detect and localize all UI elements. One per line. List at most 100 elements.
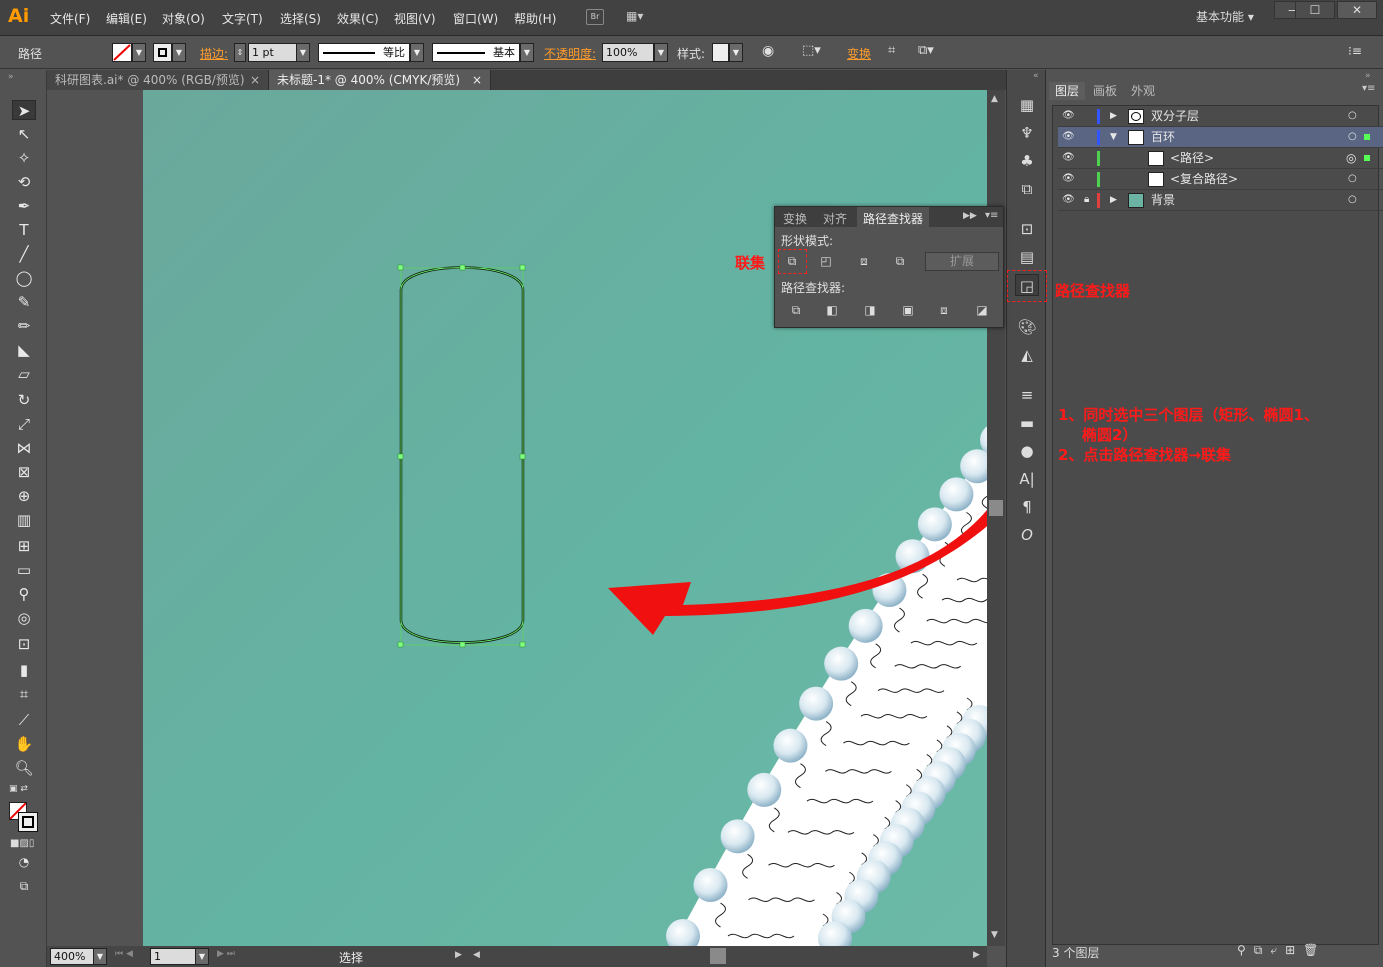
brushes-icon[interactable]: ♆ <box>1015 122 1039 144</box>
width-tool-icon[interactable]: ⋈ <box>12 438 36 458</box>
layer-row[interactable]: 👁︎ ▼ 百环 ○ <box>1058 127 1383 148</box>
menu-help[interactable]: 帮助(H) <box>514 10 556 27</box>
scroll-left-icon[interactable]: ◀ <box>473 950 480 960</box>
collapse-layer-icon[interactable]: ▼ <box>1110 127 1117 147</box>
layer-name[interactable]: 双分子层 <box>1151 106 1199 126</box>
stroke-weight-stepper[interactable]: ⇕ <box>234 43 246 62</box>
symbol-sprayer-tool-icon[interactable]: ⊡ <box>12 634 36 654</box>
menu-window[interactable]: 窗口(W) <box>453 10 498 27</box>
variable-width-profile[interactable]: 等比 <box>318 43 410 62</box>
target-selected-icon[interactable]: ◎ <box>1346 148 1356 168</box>
layers-menu-icon[interactable]: ▾≡ <box>1362 83 1375 94</box>
workspace-switcher[interactable]: 基本功能 ▾ <box>1196 8 1254 25</box>
menu-view[interactable]: 视图(V) <box>394 10 436 27</box>
color-mode-icons[interactable]: ■▨▯ <box>10 838 34 849</box>
opacity-input[interactable]: 100% <box>602 43 654 62</box>
magic-wand-tool-icon[interactable]: ✧ <box>12 148 36 168</box>
pen-tool-icon[interactable]: ✒ <box>12 196 36 216</box>
paintbrush-tool-icon[interactable]: ✎ <box>12 292 36 312</box>
stroke-dropdown[interactable]: ▼ <box>172 43 186 62</box>
menu-edit[interactable]: 编辑(E) <box>106 10 147 27</box>
type-tool-icon[interactable]: T <box>12 220 36 240</box>
stroke-color-icon[interactable] <box>18 812 38 832</box>
tab-doc-2[interactable]: 未标题-1* @ 400% (CMYK/预览) × <box>269 70 491 90</box>
layer-name[interactable]: 背景 <box>1151 190 1175 210</box>
menu-object[interactable]: 对象(O) <box>162 10 205 27</box>
target-icon[interactable]: ○ <box>1348 106 1357 126</box>
layer-row[interactable]: 👁︎ ▶ 双分子层 ○ <box>1058 106 1383 127</box>
recolor-icon[interactable]: ◉ <box>762 43 774 59</box>
stroke-label[interactable]: 描边: <box>200 45 228 62</box>
artboard-tool-icon[interactable]: ⌗ <box>12 684 36 704</box>
expand-button[interactable]: 扩展 <box>925 252 999 271</box>
menu-type[interactable]: 文字(T) <box>222 10 263 27</box>
visibility-icon[interactable]: 👁︎ <box>1062 148 1075 168</box>
minus-front-icon[interactable]: ◰ <box>815 251 837 271</box>
blob-brush-tool-icon[interactable]: ◣ <box>12 340 36 360</box>
panel-menu-icon[interactable]: ▾≡ <box>985 210 998 221</box>
align-to-icon[interactable]: ⬚▾ <box>802 43 821 58</box>
expand-icon[interactable]: ▶ <box>1110 190 1117 210</box>
tab-pathfinder[interactable]: 路径查找器 <box>857 207 930 227</box>
mesh-tool-icon[interactable]: ⊞ <box>12 536 36 556</box>
pencil-tool-icon[interactable]: ✏ <box>12 316 36 336</box>
swatches-icon[interactable]: ▦ <box>1015 94 1039 116</box>
graphic-styles-icon[interactable]: ⧉ <box>1015 178 1039 200</box>
visibility-icon[interactable]: 👁︎ <box>1062 127 1075 147</box>
perspective-grid-tool-icon[interactable]: ▥ <box>12 510 36 530</box>
envelope-icon[interactable]: ⧉▾ <box>918 43 934 58</box>
selection-indicator[interactable] <box>1364 134 1370 140</box>
control-menu-icon[interactable]: ⁝≡ <box>1348 44 1362 58</box>
free-transform-tool-icon[interactable]: ⊠ <box>12 462 36 482</box>
align-icon[interactable]: ▤ <box>1015 246 1039 268</box>
zoom-tool-icon[interactable]: 🔍︎ <box>12 758 36 778</box>
scroll-down-icon[interactable]: ▼ <box>991 930 998 940</box>
character-icon[interactable]: A| <box>1015 468 1039 490</box>
fill-dropdown[interactable]: ▼ <box>132 43 146 62</box>
tab-close-icon[interactable]: × <box>250 70 260 90</box>
exclude-icon[interactable]: ⧉ <box>889 251 911 271</box>
dock-collapse-icon[interactable]: « <box>1033 71 1039 81</box>
scale-tool-icon[interactable]: ⤢ <box>12 414 36 434</box>
tab-artboards[interactable]: 画板 <box>1087 82 1123 100</box>
default-colors-icon[interactable]: ▣ ⇄ <box>9 784 28 794</box>
tab-doc-1[interactable]: 科研图表.ai* @ 400% (RGB/预览) × <box>47 70 269 90</box>
tab-close-icon[interactable]: × <box>472 70 482 90</box>
shape-builder-tool-icon[interactable]: ⊕ <box>12 486 36 506</box>
hscroll-thumb[interactable] <box>710 948 726 964</box>
first-page-icon[interactable]: ⏮ ◀ <box>115 949 133 959</box>
ellipse-tool-icon[interactable]: ◯ <box>12 268 36 288</box>
target-icon[interactable]: ○ <box>1348 169 1357 189</box>
menu-file[interactable]: 文件(F) <box>50 10 90 27</box>
page-input[interactable]: 1 <box>150 948 196 965</box>
minus-back-icon[interactable]: ◪ <box>971 300 993 320</box>
transparency-icon[interactable]: ● <box>1015 440 1039 462</box>
transform-label[interactable]: 变换 <box>847 45 871 62</box>
stroke-weight-dropdown[interactable]: ▼ <box>296 43 310 62</box>
eyedropper-tool-icon[interactable]: ⚲ <box>12 584 36 604</box>
menu-select[interactable]: 选择(S) <box>280 10 321 27</box>
layer-name[interactable]: <复合路径> <box>1170 169 1238 189</box>
scroll-right-icon[interactable]: ▶ <box>973 950 980 960</box>
layer-name[interactable]: 百环 <box>1151 127 1175 147</box>
rotate-tool-icon[interactable]: ↻ <box>12 390 36 410</box>
stroke-swatch[interactable] <box>153 43 172 62</box>
trim-icon[interactable]: ◧ <box>821 300 843 320</box>
panel-expand-icon[interactable]: ▶▶ <box>963 211 977 221</box>
lock-icon[interactable]: 🔒︎ <box>1084 190 1089 210</box>
page-dropdown[interactable]: ▼ <box>195 948 209 965</box>
lasso-tool-icon[interactable]: ⟲ <box>12 172 36 192</box>
layer-row[interactable]: 👁︎ 🔒︎ ▶ 背景 ○ <box>1058 190 1383 211</box>
appearance-icon[interactable]: ◭ <box>1015 344 1039 366</box>
outline-icon[interactable]: ⧈ <box>933 300 955 320</box>
column-graph-tool-icon[interactable]: ▮ <box>12 660 36 680</box>
direct-selection-tool-icon[interactable]: ↖ <box>12 124 36 144</box>
symbols-icon[interactable]: ♣ <box>1015 150 1039 172</box>
graphic-style-swatch[interactable] <box>712 43 729 62</box>
selection-indicator[interactable] <box>1364 155 1370 161</box>
opacity-label[interactable]: 不透明度: <box>544 45 596 62</box>
intersect-icon[interactable]: ⧈ <box>853 251 875 271</box>
layer-row[interactable]: 👁︎ <路径> ◎ <box>1058 148 1383 169</box>
gradient-icon[interactable]: ▬ <box>1015 412 1039 434</box>
tab-layers[interactable]: 图层 <box>1049 82 1086 100</box>
